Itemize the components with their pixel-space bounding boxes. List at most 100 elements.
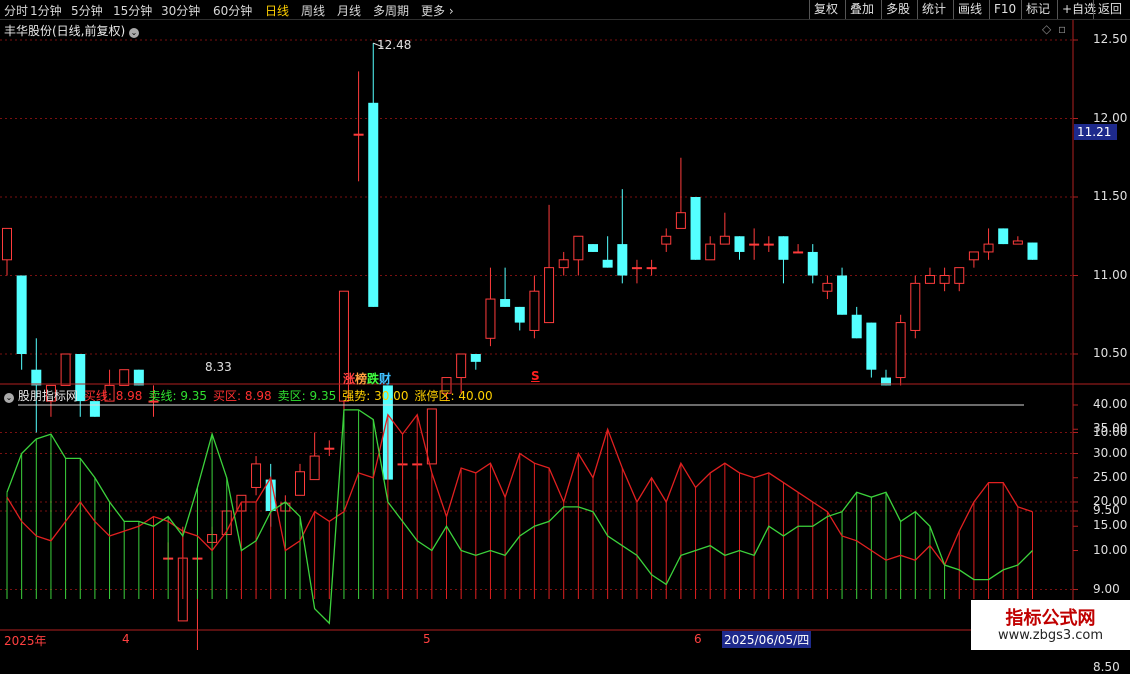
candle-body xyxy=(895,322,906,379)
candle-body xyxy=(983,243,994,253)
limit-value: 40.00 xyxy=(458,389,493,403)
sell-line-label: 卖线: xyxy=(148,389,177,403)
price-tick-label: 8.50 xyxy=(1093,660,1120,674)
candle-body xyxy=(368,102,379,307)
board-cai: 财 xyxy=(379,372,392,386)
candle-body xyxy=(837,275,848,315)
candle-body xyxy=(807,251,818,276)
board-bang: 榜 xyxy=(355,372,368,386)
candle-body xyxy=(851,314,862,339)
candle-body xyxy=(133,369,144,386)
candle-body xyxy=(529,290,540,331)
strong-label: 强势: xyxy=(342,389,371,403)
axis-frame xyxy=(0,20,1130,650)
candle-body xyxy=(646,267,657,270)
candle-body xyxy=(998,228,1009,245)
candle-body xyxy=(939,275,950,284)
candle-body xyxy=(485,298,496,339)
candle-body xyxy=(924,275,935,284)
indicator-tick-label: 40.00 xyxy=(1093,397,1128,411)
watermark-logo: 指标公式网 www.zbgs3.com xyxy=(971,600,1130,650)
diamond-icon[interactable]: ◇ xyxy=(1042,22,1051,36)
candle-body xyxy=(588,244,598,252)
candle-body xyxy=(675,212,686,229)
maximize-icon[interactable]: ▫ xyxy=(1058,22,1066,36)
current-price-tag: 11.21 xyxy=(1074,124,1117,140)
indicator-tick-label: 10.00 xyxy=(1093,542,1128,557)
candle-body xyxy=(251,463,262,488)
candle-body xyxy=(426,408,437,465)
sell-line-value: 9.35 xyxy=(180,389,208,403)
watermark-title: 指标公式网 xyxy=(1005,608,1096,629)
indicator-tick-label: 30.00 xyxy=(1093,445,1128,460)
candle-body xyxy=(324,447,335,450)
candle-body xyxy=(763,243,774,246)
candle-body xyxy=(558,259,569,269)
candle-body xyxy=(778,236,789,260)
candle-body xyxy=(544,267,555,324)
indicator-header: ⌄ 股朋指标网 买线: 8.98 卖线: 9.35 买区: 8.98 卖区: 9.35 强… xyxy=(4,387,493,404)
candle-body xyxy=(60,353,71,386)
candle-body xyxy=(456,353,467,379)
board-zhang: 涨 xyxy=(343,372,356,386)
date-label-june: 6 xyxy=(694,632,702,646)
indicator-menu-icon[interactable]: ⌄ xyxy=(4,393,14,403)
candle-body xyxy=(719,235,730,245)
high-price-label: 12.48 xyxy=(377,38,412,52)
candle-body xyxy=(470,354,481,362)
sell-zone-label: 卖区: xyxy=(277,389,306,403)
watermark-url: www.zbgs3.com xyxy=(997,628,1104,643)
candle-body xyxy=(968,251,979,261)
buy-zone-label: 买区: xyxy=(213,389,242,403)
candle-body xyxy=(705,243,716,261)
candle-body xyxy=(734,236,745,252)
price-tick-label: 10.50 xyxy=(1093,346,1128,360)
stock-chart[interactable] xyxy=(0,0,1130,650)
candle-body xyxy=(31,369,42,386)
candle-body xyxy=(954,267,965,284)
candle-body xyxy=(16,275,27,354)
indicator-series xyxy=(6,409,1033,625)
sell-zone-value: 9.35 xyxy=(309,389,337,403)
low-price-label: 8.33 xyxy=(205,360,232,374)
stock-title-text: 丰华股份(日线,前复权) xyxy=(4,24,126,38)
price-tick-label: 11.50 xyxy=(1093,189,1128,203)
candle-body xyxy=(661,235,672,245)
candle-body xyxy=(514,306,525,323)
candle-body xyxy=(602,259,613,268)
price-tick-label: 9.00 xyxy=(1093,581,1120,596)
limit-label: 涨停区: xyxy=(414,389,455,403)
buy-line-value: 8.98 xyxy=(115,389,143,403)
buy-zone-value: 8.98 xyxy=(244,389,272,403)
candle-body xyxy=(1012,240,1023,245)
candle-body xyxy=(295,471,305,496)
chevron-down-icon[interactable]: ⌄ xyxy=(129,28,140,38)
candle-body xyxy=(690,197,701,260)
price-tick-label: 12.50 xyxy=(1093,32,1128,46)
candle-body xyxy=(500,299,511,307)
date-label-year: 2025年 xyxy=(4,634,47,648)
price-tick-label: 11.00 xyxy=(1093,267,1128,282)
price-tick-label: 12.00 xyxy=(1093,110,1128,125)
cursor-date-tag: 2025/06/05/四 xyxy=(722,631,812,648)
candle-body xyxy=(573,235,584,261)
indicator-tick-label: 20.00 xyxy=(1093,494,1128,508)
date-label-may: 5 xyxy=(423,632,431,646)
candle-body xyxy=(2,227,12,261)
candle-body xyxy=(822,282,833,292)
indicator-tick-label: 35.00 xyxy=(1093,421,1128,436)
board-badge[interactable]: 涨榜跌财 xyxy=(343,370,391,387)
indicator-tick-label: 25.00 xyxy=(1093,469,1128,484)
candle-body xyxy=(353,133,364,136)
board-die: 跌 xyxy=(367,372,380,386)
candle-body xyxy=(309,455,320,481)
buy-line-label: 买线: xyxy=(83,389,112,403)
sell-signal-marker: S xyxy=(531,369,540,383)
indicator-name: 股朋指标网 xyxy=(17,389,78,403)
candle-body xyxy=(910,282,921,331)
date-label-april: 4 xyxy=(122,632,130,646)
candle-body xyxy=(631,267,642,270)
candle-body xyxy=(749,243,760,246)
candle-body xyxy=(866,322,877,370)
indicator-tick-label: 15.00 xyxy=(1093,518,1128,533)
